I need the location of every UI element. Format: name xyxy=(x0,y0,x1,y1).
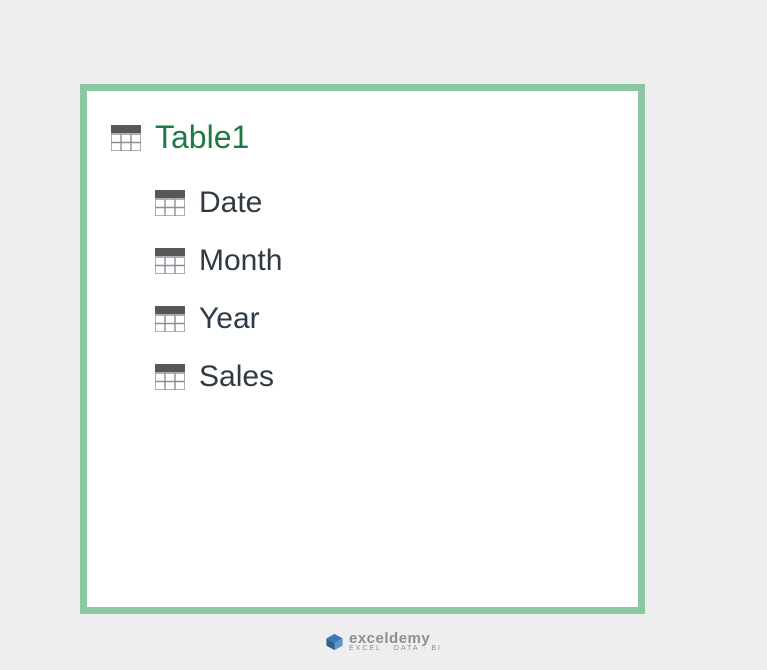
field-item-date[interactable]: Date xyxy=(155,186,618,220)
field-label: Month xyxy=(199,244,282,278)
table-icon xyxy=(111,125,141,151)
brand-name: exceldemy xyxy=(349,631,442,646)
field-item-year[interactable]: Year xyxy=(155,302,618,336)
field-item-month[interactable]: Month xyxy=(155,244,618,278)
column-icon xyxy=(155,364,185,390)
field-label: Sales xyxy=(199,360,274,394)
column-icon xyxy=(155,306,185,332)
fields-panel: Table1 Date Month xyxy=(80,84,645,614)
field-label: Date xyxy=(199,186,262,220)
table-name-label: Table1 xyxy=(155,119,249,156)
column-icon xyxy=(155,248,185,274)
field-label: Year xyxy=(199,302,260,336)
brand-tagline: EXCEL · DATA · BI xyxy=(349,645,442,652)
watermark-text: exceldemy EXCEL · DATA · BI xyxy=(349,631,442,652)
table-header[interactable]: Table1 xyxy=(111,119,618,156)
field-item-sales[interactable]: Sales xyxy=(155,360,618,394)
column-icon xyxy=(155,190,185,216)
logo-icon xyxy=(325,633,343,651)
watermark: exceldemy EXCEL · DATA · BI xyxy=(325,631,442,652)
